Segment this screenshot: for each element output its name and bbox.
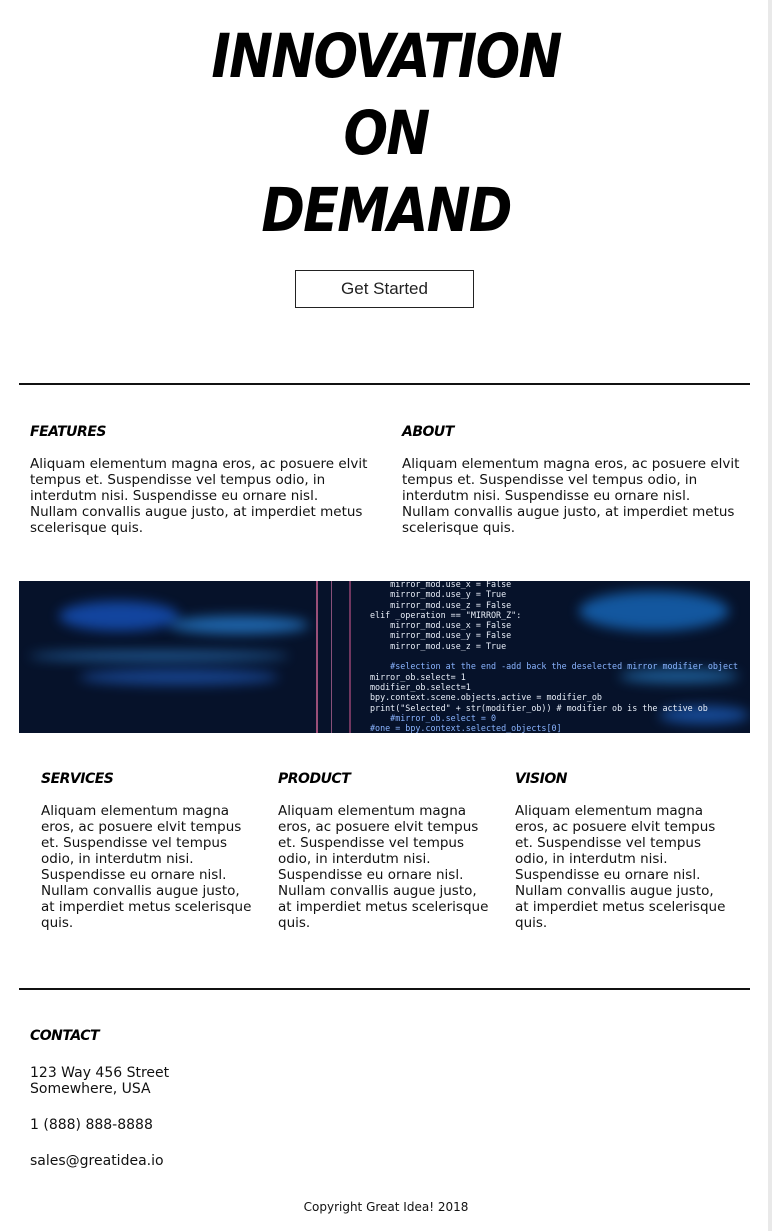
services-section: SERVICES Aliquam elementum magna eros, a… [41,771,256,931]
get-started-button[interactable]: Get Started [295,270,474,308]
code-line: mirror_mod.use_y = True [370,589,507,600]
features-heading: FEATURES [30,424,106,440]
section-divider [19,383,750,385]
vision-heading: VISION [515,771,567,787]
hero-title-line-3: DEMAND [261,175,512,246]
code-line: mirror_ob.select= 1 [370,671,466,682]
code-line: modifier_ob.select=1 [370,681,471,692]
code-line: #one = bpy.context.selected_objects[0] [370,723,562,733]
product-section: PRODUCT Aliquam elementum magna eros, ac… [278,771,493,931]
footer-copyright: Copyright Great Idea! 2018 [303,1200,469,1214]
code-line: mirror_mod.use_y = False [370,630,512,641]
address-line-2: Somewhere, USA [30,1081,151,1097]
features-text: Aliquam elementum magna eros, ac posuere… [30,456,368,536]
services-text: Aliquam elementum magna eros, ac posuere… [41,803,252,931]
code-snippet: mirror_mod.use_x = False mirror_mod.use_… [370,581,738,733]
code-banner-image: mirror_mod.use_x = False mirror_mod.use_… [19,581,750,733]
product-heading: PRODUCT [278,771,351,787]
section-divider [19,988,750,990]
address-line-1: 123 Way 456 Street [30,1065,170,1081]
contact-phone: 1 (888) 888-8888 [30,1117,153,1133]
features-section: FEATURES Aliquam elementum magna eros, a… [30,424,368,536]
code-line: mirror_mod.use_x = False [370,581,512,589]
about-heading: ABOUT [402,424,454,440]
about-text: Aliquam elementum magna eros, ac posuere… [402,456,740,536]
about-section: ABOUT Aliquam elementum magna eros, ac p… [402,424,740,536]
hero-title-line-1: INNOVATION [211,21,562,92]
contact-address: 123 Way 456 Street Somewhere, USA [30,1065,169,1097]
hero-title: INNOVATION ON DEMAND [54,18,718,249]
hero-section: INNOVATION ON DEMAND [0,18,772,249]
contact-section: CONTACT 123 Way 456 Street Somewhere, US… [30,1028,169,1169]
code-line: #mirror_ob.select = 0 [370,712,497,723]
code-line: elif _operation == "MIRROR_Z": [370,609,522,620]
code-line: print("Selected" + str(modifier_ob)) # m… [370,702,708,713]
contact-heading: CONTACT [30,1028,100,1044]
contact-email: sales@greatidea.io [30,1153,164,1169]
services-heading: SERVICES [41,771,114,787]
code-line: bpy.context.scene.objects.active = modif… [370,692,602,703]
code-line: mirror_mod.use_z = False [370,599,512,610]
hero-title-line-2: ON [343,98,430,169]
code-line: mirror_mod.use_x = False [370,620,512,631]
vision-text: Aliquam elementum magna eros, ac posuere… [515,803,726,931]
code-line: #selection at the end -add back the dese… [370,661,739,672]
vision-section: VISION Aliquam elementum magna eros, ac … [515,771,730,931]
code-line: mirror_mod.use_z = True [370,640,507,651]
product-text: Aliquam elementum magna eros, ac posuere… [278,803,489,931]
